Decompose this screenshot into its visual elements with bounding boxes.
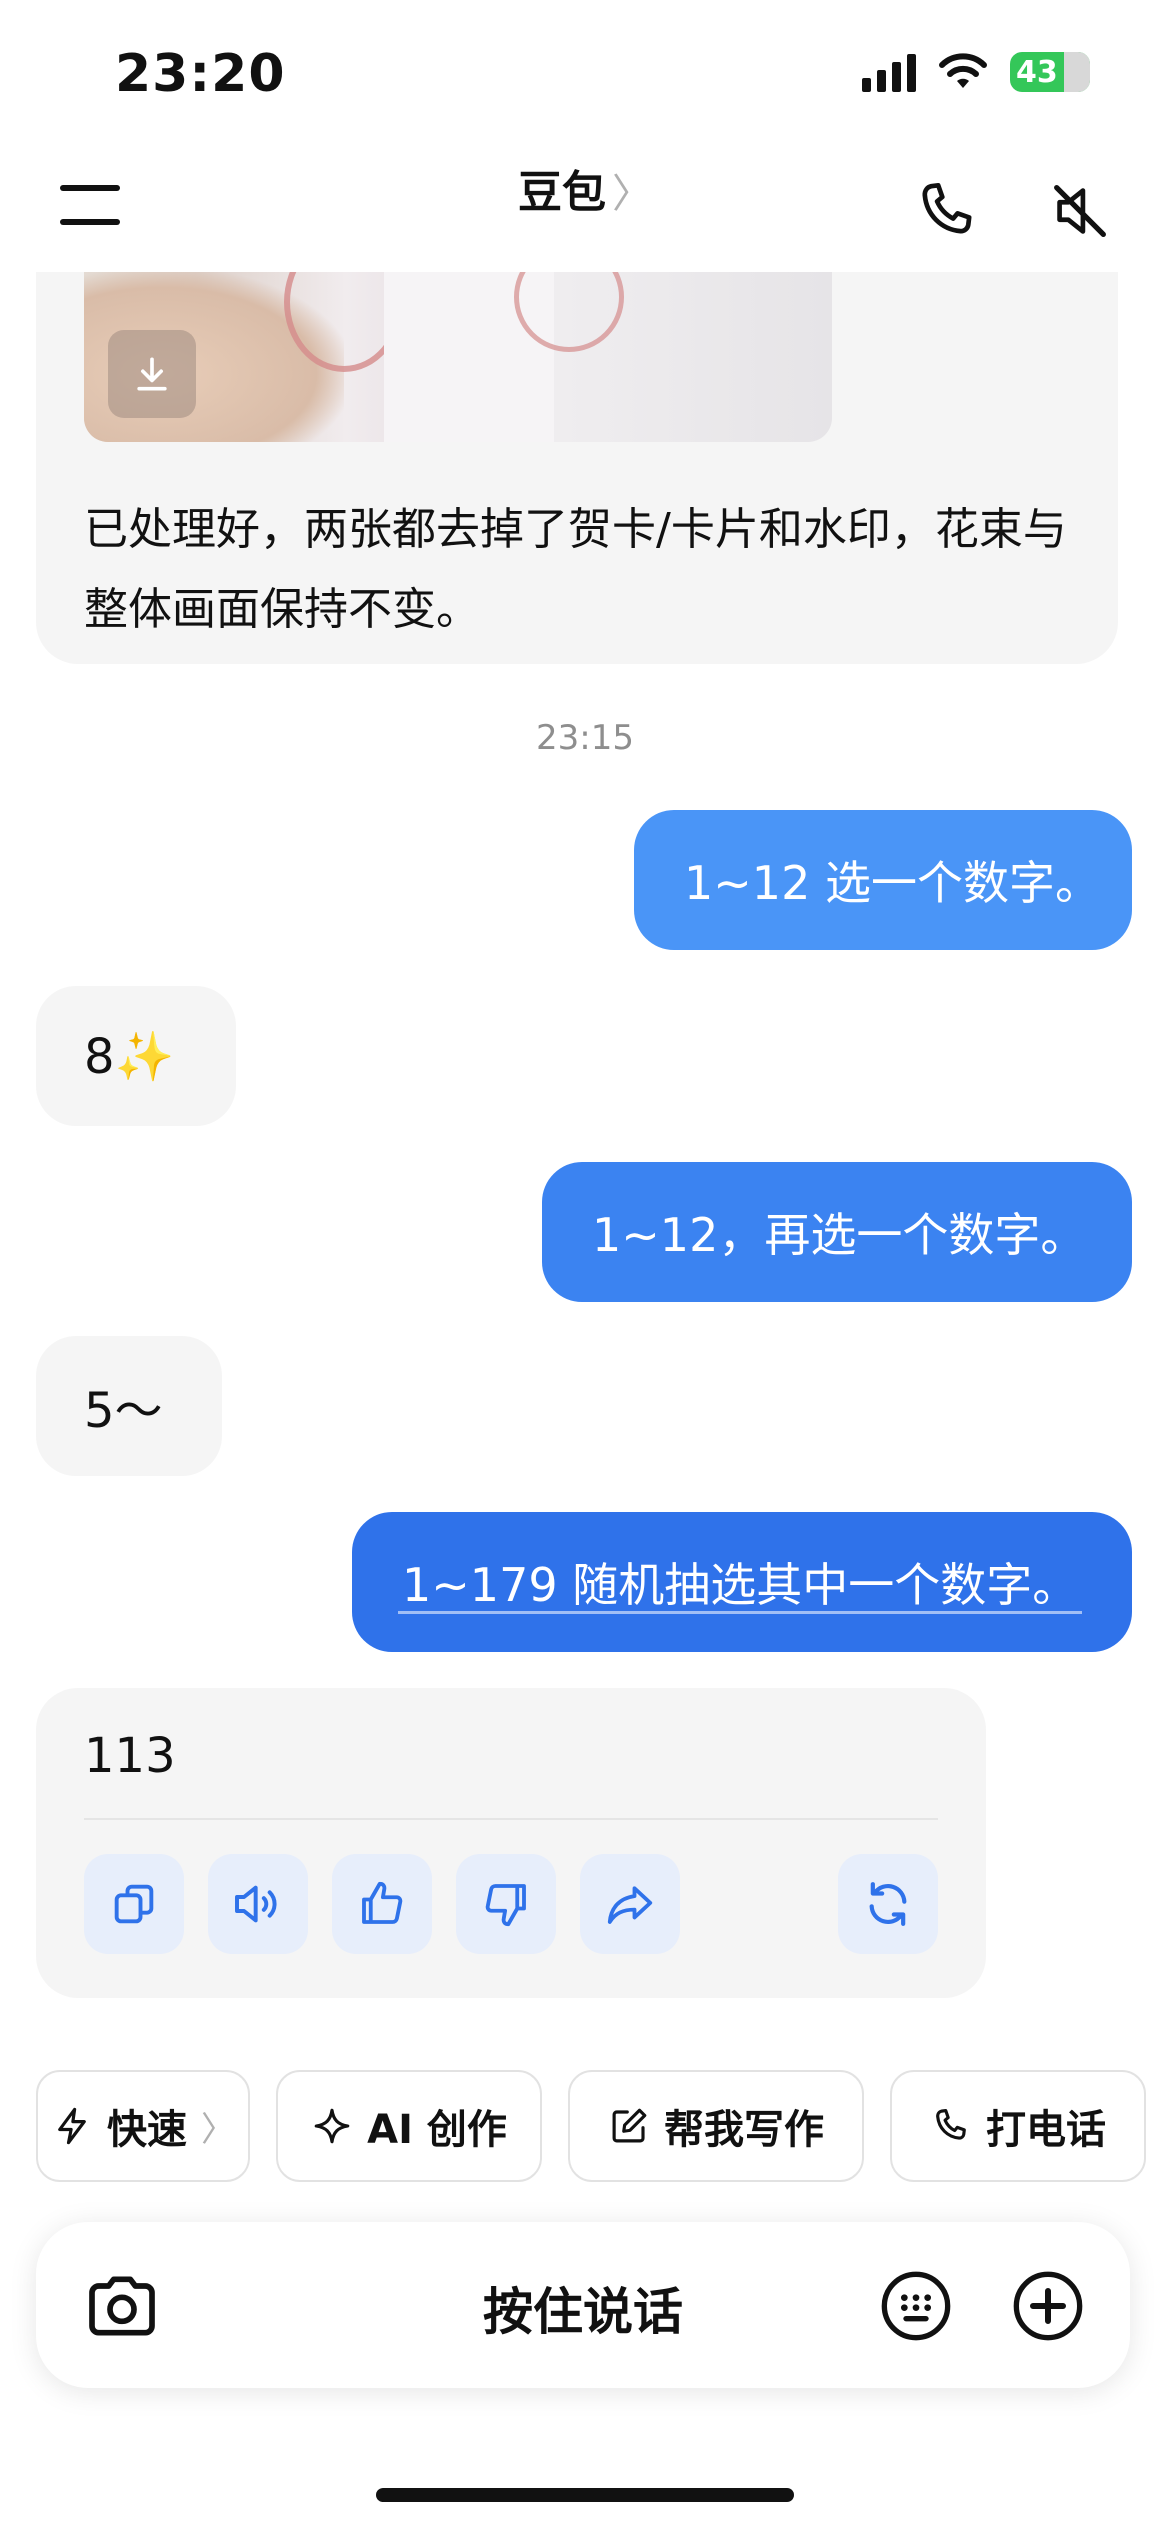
share-icon (607, 1886, 653, 1924)
battery-level: 43 (1016, 54, 1058, 90)
read-aloud-button[interactable] (208, 1854, 308, 1954)
chip-label: 帮我写作 (664, 2107, 824, 2153)
status-indicators: 43 (862, 52, 1090, 92)
hold-to-talk-button[interactable]: 按住说话 (36, 2272, 1130, 2344)
download-icon (137, 357, 167, 391)
message-text: 5～ (84, 1383, 163, 1439)
message-text: 1~12，再选一个数字。 (592, 1208, 1087, 1262)
battery-icon: 43 (1010, 52, 1090, 92)
answer-text: 113 (84, 1728, 176, 1784)
quick-actions: 快速 〉 AI 创作 帮我写作 打电话 (36, 2070, 1170, 2182)
user-message[interactable]: 1~179 随机抽选其中一个数字。 (352, 1512, 1132, 1652)
copy-icon (114, 1884, 154, 1924)
share-button[interactable] (580, 1854, 680, 1954)
regenerate-icon (869, 1882, 907, 1926)
chat-title-text: 豆包 (518, 167, 606, 218)
input-bar: 按住说话 (36, 2222, 1130, 2388)
copy-button[interactable] (84, 1854, 184, 1954)
user-message[interactable]: 1~12 选一个数字。 (634, 810, 1132, 950)
message-text: 8✨ (84, 1028, 175, 1085)
message-text: 1~12 选一个数字。 (684, 856, 1101, 910)
speaker-icon (235, 1885, 277, 1923)
status-time: 23:20 (115, 44, 286, 104)
divider (84, 1818, 938, 1820)
status-bar: 23:20 43 (0, 0, 1170, 150)
dislike-button[interactable] (456, 1854, 556, 1954)
chip-label: 快速 (107, 2107, 187, 2153)
bot-message-text: 已处理好，两张都去掉了贺卡/卡片和水印，花束与整体画面保持不变。 (84, 504, 1067, 635)
top-nav: 豆包〉 (0, 150, 1170, 272)
chip-help-write[interactable]: 帮我写作 (568, 2070, 864, 2182)
mute-speaker-icon[interactable] (1045, 176, 1115, 246)
like-button[interactable] (332, 1854, 432, 1954)
phone-icon (936, 2109, 966, 2140)
chat-title[interactable]: 豆包〉 (0, 156, 1170, 220)
add-icon[interactable] (1008, 2266, 1088, 2346)
bot-message[interactable]: 5～ (36, 1336, 222, 1476)
chevron-right-icon: 〉 (612, 171, 652, 217)
generated-image[interactable] (84, 272, 832, 442)
thumbs-up-icon (362, 1881, 403, 1924)
edit-icon (612, 2108, 647, 2143)
bot-answer-card: 113 (36, 1688, 986, 1998)
signal-icon (862, 52, 916, 92)
user-message[interactable]: 1~12，再选一个数字。 (542, 1162, 1132, 1302)
lightning-icon (58, 2107, 86, 2145)
chevron-right-icon: 〉 (201, 2109, 235, 2150)
home-indicator (376, 2488, 794, 2502)
chip-ai-create[interactable]: AI 创作 (276, 2070, 542, 2182)
sparkle-icon (314, 2108, 350, 2144)
message-timestamp: 23:15 (536, 718, 634, 758)
wifi-icon (939, 53, 987, 88)
chip-label: 打电话 (986, 2107, 1106, 2153)
bot-message[interactable]: 8✨ (36, 986, 236, 1126)
thumbs-down-icon (485, 1884, 526, 1927)
keyboard-icon[interactable] (876, 2266, 956, 2346)
download-button[interactable] (108, 330, 196, 418)
regenerate-button[interactable] (838, 1854, 938, 1954)
message-text: 1~179 随机抽选其中一个数字。 (402, 1558, 1079, 1612)
chip-fast-mode[interactable]: 快速 〉 (36, 2070, 250, 2182)
phone-call-icon[interactable] (912, 176, 982, 246)
chip-label: AI 创作 (367, 2107, 507, 2153)
chip-phone-call[interactable]: 打电话 (890, 2070, 1146, 2182)
